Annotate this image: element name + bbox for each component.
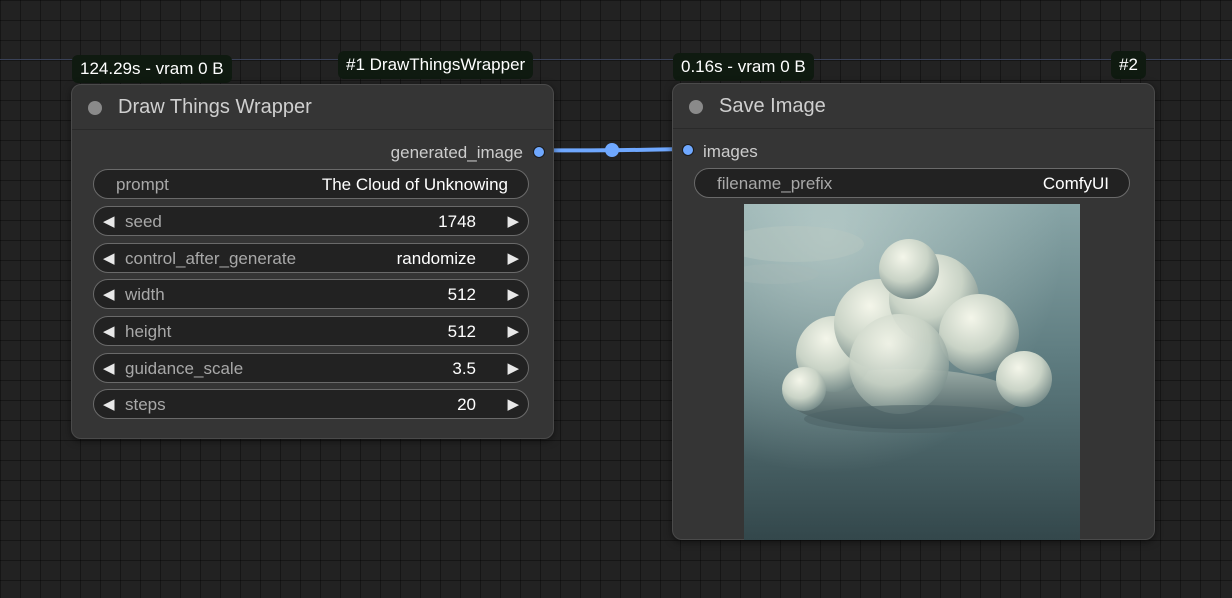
filename-prefix-value: ComfyUI [1042,174,1109,193]
increment-arrow-icon[interactable]: ▶ [507,395,519,413]
increment-arrow-icon[interactable]: ▶ [507,249,519,267]
width-value: 512 [447,285,476,304]
prompt-label: prompt [116,175,169,194]
height-label: height [125,322,172,341]
input-slot-label: images [703,142,758,161]
decrement-arrow-icon[interactable]: ◀ [103,322,115,340]
decrement-arrow-icon[interactable]: ◀ [103,359,115,377]
height-value: 512 [447,322,476,341]
width-label: width [125,285,165,304]
node2-header[interactable]: Save Image [673,84,1154,129]
prompt-value: The Cloud of Unknowing [321,175,508,194]
collapse-dot-icon[interactable] [689,100,703,114]
increment-arrow-icon[interactable]: ▶ [507,285,519,303]
node1-header[interactable]: Draw Things Wrapper [72,85,553,130]
decrement-arrow-icon[interactable]: ◀ [103,249,115,267]
cloud-image [744,204,1080,540]
steps-widget[interactable]: ◀ steps 20 ▶ [93,389,529,419]
width-widget[interactable]: ◀ width 512 ▶ [93,279,529,309]
increment-arrow-icon[interactable]: ▶ [507,322,519,340]
decrement-arrow-icon[interactable]: ◀ [103,395,115,413]
output-slot-label: generated_image [390,143,523,162]
input-slot-dot[interactable] [682,144,694,156]
increment-arrow-icon[interactable]: ▶ [507,212,519,230]
control-after-generate-value: randomize [396,249,476,268]
image-preview[interactable] [744,204,1080,540]
control-after-generate-widget[interactable]: ◀ control_after_generate randomize ▶ [93,243,529,273]
decrement-arrow-icon[interactable]: ◀ [103,212,115,230]
collapse-dot-icon[interactable] [88,101,102,115]
guidance-scale-widget[interactable]: ◀ guidance_scale 3.5 ▶ [93,353,529,383]
link-midpoint-handle[interactable] [605,143,619,157]
steps-label: steps [125,395,166,414]
prompt-field[interactable]: prompt The Cloud of Unknowing [93,169,529,199]
guidance-scale-label: guidance_scale [125,359,244,378]
seed-label: seed [125,212,162,231]
steps-value: 20 [457,395,476,414]
filename-prefix-field[interactable]: filename_prefix ComfyUI [694,168,1130,198]
seed-value: 1748 [438,212,476,231]
decrement-arrow-icon[interactable]: ◀ [103,285,115,303]
guidance-scale-value: 3.5 [452,359,476,378]
output-slot-dot[interactable] [533,146,545,158]
node2-title: Save Image [719,95,826,117]
seed-widget[interactable]: ◀ seed 1748 ▶ [93,206,529,236]
height-widget[interactable]: ◀ height 512 ▶ [93,316,529,346]
draw-things-wrapper-node[interactable]: Draw Things Wrapper generated_image prom… [71,84,554,439]
node1-title: Draw Things Wrapper [118,96,312,118]
control-after-generate-label: control_after_generate [125,249,297,268]
filename-prefix-label: filename_prefix [717,174,833,193]
increment-arrow-icon[interactable]: ▶ [507,359,519,377]
